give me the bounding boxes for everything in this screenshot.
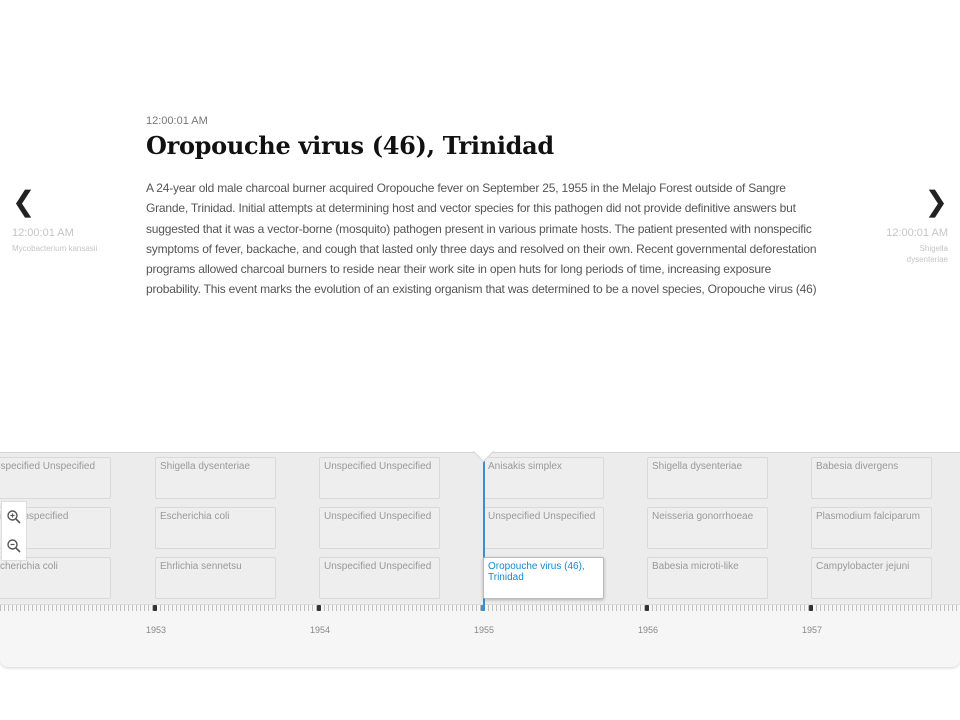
timeline-marker[interactable]: Shigella dysenteriae <box>155 457 276 499</box>
marker-label: Unspecified Unspecified <box>488 511 596 522</box>
marker-label: Oropouche virus (46), Trinidad <box>488 561 585 583</box>
zoom-controls <box>1 501 27 561</box>
next-slide-button[interactable]: ❯ 12:00:01 AM Shigella dysenteriae <box>838 185 948 265</box>
marker-label: Plasmodium falciparum <box>816 511 920 522</box>
year-tick <box>809 605 813 611</box>
slide-time: 12:00:01 AM <box>146 115 208 127</box>
timeline-widget: ❮ 12:00:01 AM Mycobacterium kansasii ❯ 1… <box>0 0 960 667</box>
year-label: 1953 <box>146 625 167 635</box>
marker-label: Unspecified Unspecified <box>324 511 432 522</box>
zoom-out-button[interactable] <box>2 531 26 560</box>
year-tick <box>153 605 157 611</box>
current-slide: 12:00:01 AM Oropouche virus (46), Trinid… <box>146 115 818 300</box>
timeline-marker[interactable]: Unspecified Unspecified <box>319 557 440 599</box>
marker-label: Babesia microti-like <box>652 561 739 572</box>
timeline-marker[interactable]: Oropouche virus (46), Trinidad <box>483 557 604 599</box>
year-tick <box>317 605 321 611</box>
zoom-in-icon[interactable] <box>6 509 22 525</box>
timeline-marker[interactable]: Babesia microti-like <box>647 557 768 599</box>
prev-slide-title: Mycobacterium kansasii <box>12 244 98 253</box>
prev-slide-time: 12:00:01 AM <box>12 227 74 239</box>
timeline-marker[interactable]: Shigella dysenteriae <box>647 457 768 499</box>
chevron-left-icon[interactable]: ❮ <box>12 185 122 219</box>
slide-description: A 24-year old male charcoal burner acqui… <box>146 181 817 297</box>
timeline-marker[interactable]: Plasmodium falciparum <box>811 507 932 549</box>
zoom-out-icon[interactable] <box>6 538 22 554</box>
slide-title: Oropouche virus (46), Trinidad <box>146 131 554 160</box>
time-axis[interactable]: 1953 1954 1955 1956 1957 <box>0 604 960 667</box>
marker-label: nspecified Unspecified <box>0 461 96 472</box>
marker-label: Shigella dysenteriae <box>160 461 251 472</box>
slider: ❮ 12:00:01 AM Mycobacterium kansasii ❯ 1… <box>0 0 960 453</box>
timeline-marker[interactable]: scherichia coli <box>0 557 111 599</box>
marker-label: Unspecified Unspecified <box>324 561 432 572</box>
year-tick <box>645 605 649 611</box>
timeline-marker[interactable]: Ehrlichia sennetsu <box>155 557 276 599</box>
next-slide-title: Shigella dysenteriae <box>906 244 948 264</box>
year-label: 1955 <box>474 625 495 635</box>
timeline-marker[interactable]: Campylobacter jejuni <box>811 557 932 599</box>
year-label: 1957 <box>802 625 823 635</box>
minor-ticks <box>0 605 960 611</box>
marker-label: Shigella dysenteriae <box>652 461 743 472</box>
timeline-marker[interactable]: Anisakis simplex <box>483 457 604 499</box>
timeline-marker[interactable]: Unspecified Unspecified <box>319 457 440 499</box>
timeline-marker[interactable]: nspecified Unspecified <box>0 457 111 499</box>
year-label: 1954 <box>310 625 331 635</box>
zoom-in-button[interactable] <box>2 502 26 531</box>
timeline-marker[interactable]: Unspecified Unspecified <box>319 507 440 549</box>
marker-label: Ehrlichia sennetsu <box>160 561 242 572</box>
timeline-marker[interactable]: Unspecified Unspecified <box>483 507 604 549</box>
timeline-marker[interactable]: Escherichia coli <box>155 507 276 549</box>
previous-slide-button[interactable]: ❮ 12:00:01 AM Mycobacterium kansasii <box>12 185 122 254</box>
marker-label: Campylobacter jejuni <box>816 561 910 572</box>
marker-label: Anisakis simplex <box>488 461 562 472</box>
timeline-marker[interactable]: Neisseria gonorrhoeae <box>647 507 768 549</box>
marker-label: Unspecified Unspecified <box>324 461 432 472</box>
chevron-right-icon[interactable]: ❯ <box>838 185 948 219</box>
marker-label: Babesia divergens <box>816 461 899 472</box>
year-label: 1956 <box>638 625 659 635</box>
marker-label: Neisseria gonorrhoeae <box>652 511 754 522</box>
next-slide-time: 12:00:01 AM <box>886 227 948 239</box>
marker-label: Escherichia coli <box>160 511 230 522</box>
timeline-marker[interactable]: Babesia divergens <box>811 457 932 499</box>
